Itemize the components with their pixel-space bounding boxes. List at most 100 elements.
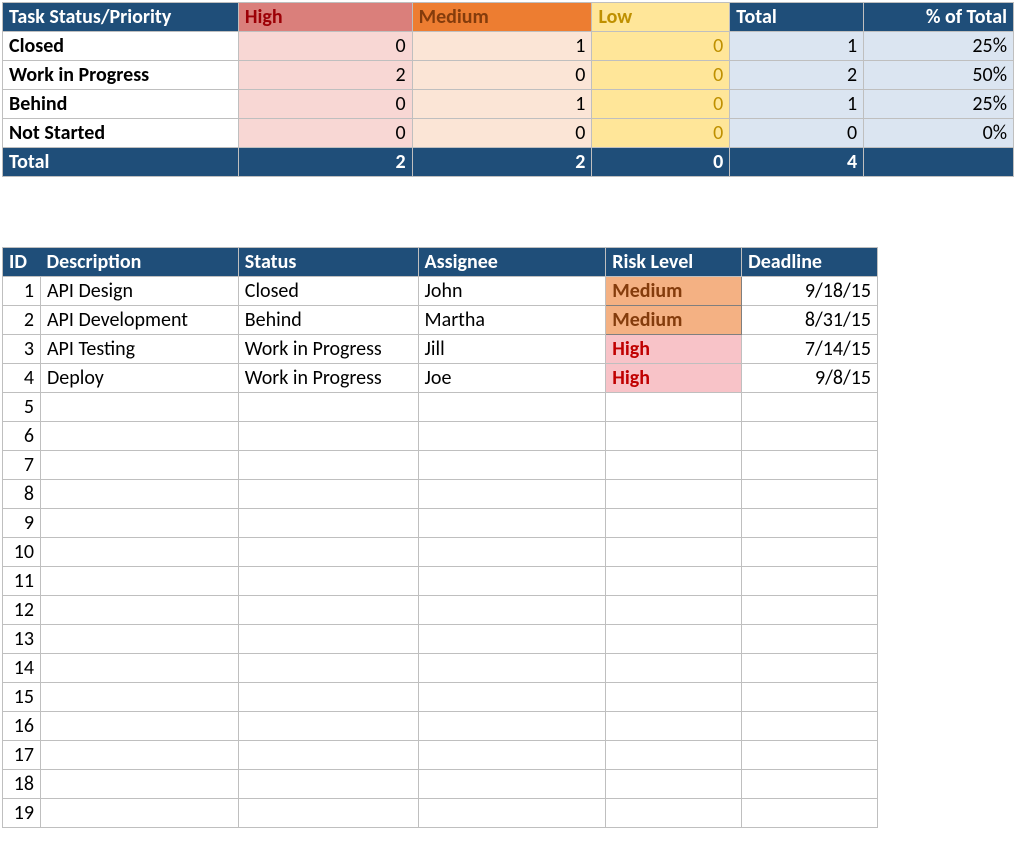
cell-id[interactable]: 4 [3, 364, 41, 393]
cell-status[interactable]: Work in Progress [238, 364, 418, 393]
cell-desc[interactable] [40, 654, 238, 683]
cell-id[interactable]: 14 [3, 654, 41, 683]
cell-assignee[interactable]: John [418, 277, 606, 306]
cell-id[interactable]: 15 [3, 683, 41, 712]
cell-id[interactable]: 16 [3, 712, 41, 741]
cell-low[interactable]: 0 [592, 32, 730, 61]
cell-deadline[interactable] [742, 712, 878, 741]
cell-assignee[interactable] [418, 480, 606, 509]
cell-desc[interactable] [40, 567, 238, 596]
cell-assignee[interactable] [418, 596, 606, 625]
cell-deadline[interactable]: 8/31/15 [742, 306, 878, 335]
cell-id[interactable]: 12 [3, 596, 41, 625]
cell-desc[interactable] [40, 712, 238, 741]
cell-desc[interactable] [40, 799, 238, 828]
cell-assignee[interactable]: Martha [418, 306, 606, 335]
cell-desc[interactable] [40, 770, 238, 799]
cell-high[interactable]: 0 [238, 90, 412, 119]
cell-risk[interactable] [606, 451, 742, 480]
cell-risk[interactable] [606, 654, 742, 683]
cell-risk[interactable] [606, 538, 742, 567]
cell-deadline[interactable]: 9/8/15 [742, 364, 878, 393]
cell-status[interactable] [238, 625, 418, 654]
cell-pct[interactable]: 25% [864, 32, 1014, 61]
cell-desc[interactable] [40, 596, 238, 625]
cell-status[interactable] [238, 393, 418, 422]
cell-status[interactable] [238, 422, 418, 451]
cell-id[interactable]: 10 [3, 538, 41, 567]
cell-low[interactable]: 0 [592, 119, 730, 148]
cell-id[interactable]: 9 [3, 509, 41, 538]
cell-status[interactable] [238, 683, 418, 712]
cell-desc[interactable]: API Testing [40, 335, 238, 364]
cell-deadline[interactable] [742, 509, 878, 538]
cell-risk[interactable] [606, 422, 742, 451]
cell-risk[interactable] [606, 770, 742, 799]
cell-status[interactable]: Work in Progress [238, 335, 418, 364]
cell-deadline[interactable] [742, 451, 878, 480]
cell-assignee[interactable] [418, 567, 606, 596]
cell-desc[interactable] [40, 393, 238, 422]
cell-deadline[interactable] [742, 770, 878, 799]
cell-deadline[interactable] [742, 393, 878, 422]
cell-deadline[interactable] [742, 567, 878, 596]
cell-desc[interactable] [40, 741, 238, 770]
cell-assignee[interactable]: Jill [418, 335, 606, 364]
cell-desc[interactable] [40, 683, 238, 712]
cell-deadline[interactable] [742, 683, 878, 712]
cell-high[interactable]: 0 [238, 32, 412, 61]
cell-total[interactable]: 1 [730, 32, 864, 61]
cell-deadline[interactable] [742, 480, 878, 509]
cell-high[interactable]: 0 [238, 119, 412, 148]
cell-status[interactable] [238, 654, 418, 683]
cell-id[interactable]: 13 [3, 625, 41, 654]
cell-risk[interactable] [606, 741, 742, 770]
cell-risk[interactable]: High [606, 335, 742, 364]
cell-deadline[interactable] [742, 654, 878, 683]
cell-risk[interactable] [606, 712, 742, 741]
cell-desc[interactable] [40, 451, 238, 480]
cell-deadline[interactable] [742, 538, 878, 567]
cell-assignee[interactable] [418, 509, 606, 538]
cell-total[interactable]: 0 [730, 119, 864, 148]
cell-status[interactable] [238, 596, 418, 625]
cell-risk[interactable] [606, 480, 742, 509]
cell-deadline[interactable] [742, 596, 878, 625]
cell-status[interactable] [238, 770, 418, 799]
cell-risk[interactable] [606, 625, 742, 654]
cell-desc[interactable] [40, 480, 238, 509]
cell-risk[interactable]: Medium [606, 277, 742, 306]
cell-id[interactable]: 17 [3, 741, 41, 770]
cell-medium[interactable]: 0 [412, 61, 592, 90]
cell-id[interactable]: 2 [3, 306, 41, 335]
cell-desc[interactable] [40, 625, 238, 654]
cell-id[interactable]: 8 [3, 480, 41, 509]
cell-status[interactable] [238, 480, 418, 509]
cell-status[interactable] [238, 741, 418, 770]
cell-risk[interactable] [606, 393, 742, 422]
cell-risk[interactable] [606, 596, 742, 625]
cell-risk[interactable]: Medium [606, 306, 742, 335]
cell-high[interactable]: 2 [238, 61, 412, 90]
cell-deadline[interactable]: 9/18/15 [742, 277, 878, 306]
cell-total[interactable]: 1 [730, 90, 864, 119]
cell-assignee[interactable] [418, 654, 606, 683]
cell-id[interactable]: 1 [3, 277, 41, 306]
cell-assignee[interactable] [418, 799, 606, 828]
cell-status[interactable]: Closed [238, 277, 418, 306]
cell-assignee[interactable] [418, 741, 606, 770]
cell-assignee[interactable] [418, 538, 606, 567]
cell-status[interactable] [238, 567, 418, 596]
cell-desc[interactable]: Deploy [40, 364, 238, 393]
cell-id[interactable]: 19 [3, 799, 41, 828]
cell-id[interactable]: 11 [3, 567, 41, 596]
cell-deadline[interactable] [742, 741, 878, 770]
cell-id[interactable]: 18 [3, 770, 41, 799]
cell-pct[interactable]: 25% [864, 90, 1014, 119]
cell-deadline[interactable] [742, 799, 878, 828]
cell-deadline[interactable] [742, 422, 878, 451]
cell-desc[interactable] [40, 538, 238, 567]
cell-status[interactable] [238, 799, 418, 828]
cell-medium[interactable]: 0 [412, 119, 592, 148]
cell-assignee[interactable] [418, 451, 606, 480]
